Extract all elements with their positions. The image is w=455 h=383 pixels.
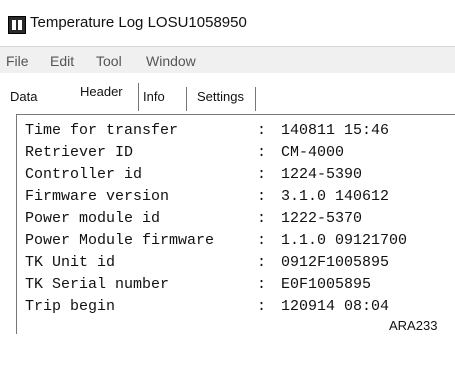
row-controller-id: Controller id : 1224-5390 (25, 166, 362, 186)
row-label: Time for transfer (25, 122, 179, 139)
menu-file[interactable]: File (6, 53, 29, 69)
row-label: Firmware version (25, 188, 170, 205)
row-separator: : (257, 188, 267, 205)
title-bar: Temperature Log LOSU1058950 (0, 0, 455, 42)
row-label: TK Unit id (25, 254, 116, 271)
row-value: 1224-5390 (281, 166, 363, 183)
tab-info[interactable]: Info (143, 89, 165, 111)
row-value: 1222-5370 (281, 210, 363, 227)
row-separator: : (257, 210, 267, 227)
figure-id-label: ARA233 (389, 318, 438, 333)
row-label: Trip begin (25, 298, 116, 315)
row-power-module-firmware: Power Module firmware : 1.1.0 09121700 (25, 232, 407, 252)
row-separator: : (257, 166, 267, 183)
row-label: TK Serial number (25, 276, 170, 293)
row-tk-unit-id: TK Unit id : 0912F1005895 (25, 254, 389, 274)
row-separator: : (257, 276, 267, 293)
row-separator: : (257, 298, 267, 315)
row-value: 3.1.0 140612 (281, 188, 390, 205)
row-value: 1.1.0 09121700 (281, 232, 408, 249)
row-label: Controller id (25, 166, 143, 183)
row-label: Retriever ID (25, 144, 134, 161)
menu-window[interactable]: Window (146, 53, 196, 69)
window-title: Temperature Log LOSU1058950 (30, 14, 247, 31)
row-retriever-id: Retriever ID : CM-4000 (25, 144, 344, 164)
row-power-module-id: Power module id : 1222-5370 (25, 210, 362, 230)
tab-divider (138, 83, 139, 111)
row-separator: : (257, 122, 267, 139)
row-separator: : (257, 232, 267, 249)
row-separator: : (257, 254, 267, 271)
row-label: Power module id (25, 210, 161, 227)
app-logo-icon (8, 16, 26, 34)
tab-divider (255, 87, 256, 111)
row-value: E0F1005895 (281, 276, 372, 293)
tab-divider (186, 87, 187, 111)
row-value: 120914 08:04 (281, 298, 390, 315)
row-separator: : (257, 144, 267, 161)
row-trip-begin: Trip begin : 120914 08:04 (25, 298, 389, 318)
menu-bar: File Edit Tool Window (0, 46, 455, 74)
row-value: 0912F1005895 (281, 254, 390, 271)
tab-data[interactable]: Data (10, 89, 37, 111)
menu-edit[interactable]: Edit (50, 53, 74, 69)
row-value: 140811 15:46 (281, 122, 390, 139)
row-tk-serial-number: TK Serial number : E0F1005895 (25, 276, 371, 296)
menu-tool[interactable]: Tool (96, 53, 122, 69)
row-value: CM-4000 (281, 144, 345, 161)
tab-strip: Data Header Info Settings (0, 73, 455, 113)
row-firmware-version: Firmware version : 3.1.0 140612 (25, 188, 389, 208)
header-info-panel: Time for transfer : 140811 15:46 Retriev… (16, 114, 455, 334)
tab-header[interactable]: Header (80, 84, 123, 106)
row-time-for-transfer: Time for transfer : 140811 15:46 (25, 122, 389, 142)
row-label: Power Module firmware (25, 232, 215, 249)
tab-settings[interactable]: Settings (197, 89, 244, 111)
